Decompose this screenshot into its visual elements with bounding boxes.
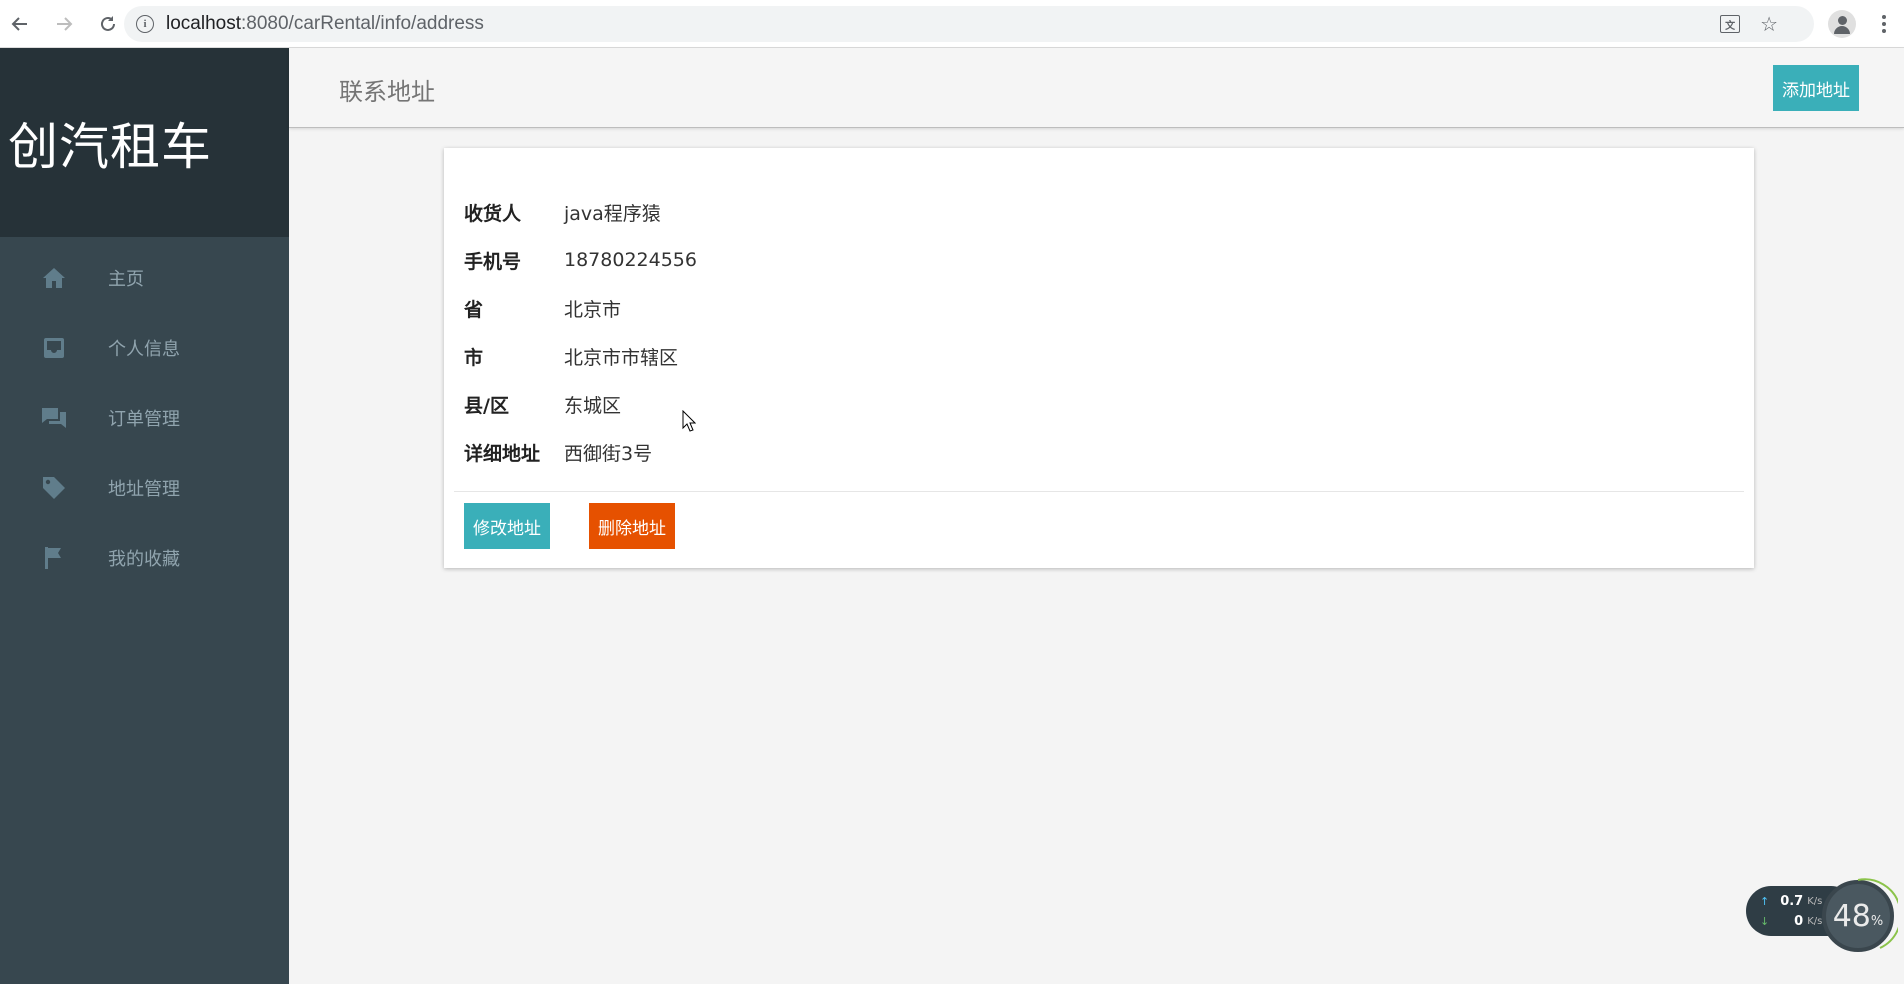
bookmark-star-icon[interactable]: ☆ bbox=[1760, 12, 1778, 36]
address-card: 收货人 java程序猿 手机号 18780224556 省 北京市 市 北京市市… bbox=[444, 148, 1754, 568]
field-value: 北京市市辖区 bbox=[564, 346, 679, 369]
url-text[interactable]: localhost:8080/carRental/info/address bbox=[166, 13, 484, 35]
sidebar-nav: 主页 个人信息 订单管理 地址管理 我的收藏 bbox=[0, 237, 289, 593]
sidebar: 创汽租车 主页 个人信息 订单管理 地址管理 我的收藏 bbox=[0, 48, 289, 984]
field-label: 收货人 bbox=[464, 202, 522, 225]
card-divider bbox=[454, 491, 1744, 492]
field-value: 18780224556 bbox=[564, 249, 697, 271]
tag-icon bbox=[41, 475, 67, 501]
network-speed-widget[interactable]: ↑ 0.7 K/s ↓ 0 K/s 48% bbox=[1746, 878, 1898, 952]
field-label: 省 bbox=[464, 298, 484, 321]
reload-icon bbox=[101, 15, 115, 31]
sidebar-item-label: 订单管理 bbox=[108, 409, 180, 430]
back-button[interactable] bbox=[0, 4, 40, 44]
url-path: :8080/carRental/info/address bbox=[241, 13, 484, 34]
address-row-recipient: 收货人 java程序猿 bbox=[464, 188, 697, 236]
field-label: 市 bbox=[464, 346, 484, 369]
sidebar-item-label: 我的收藏 bbox=[108, 549, 180, 570]
address-row-detail: 详细地址 西御街3号 bbox=[464, 428, 697, 476]
gauge-arc bbox=[1857, 878, 1898, 949]
address-row-phone: 手机号 18780224556 bbox=[464, 236, 697, 284]
reload-button[interactable] bbox=[88, 4, 128, 44]
add-address-button[interactable]: 添加地址 bbox=[1773, 65, 1859, 111]
flag-icon bbox=[41, 545, 67, 571]
home-icon bbox=[41, 265, 67, 291]
sidebar-item-home[interactable]: 主页 bbox=[0, 243, 289, 313]
brand-title: 创汽租车 bbox=[8, 117, 212, 176]
sidebar-item-label: 主页 bbox=[108, 269, 144, 290]
chat-icon bbox=[41, 405, 67, 431]
download-arrow-icon: ↓ bbox=[1760, 915, 1770, 928]
address-row-city: 市 北京市市辖区 bbox=[464, 332, 697, 380]
forward-button[interactable] bbox=[44, 4, 84, 44]
browser-menu-icon[interactable] bbox=[1872, 12, 1896, 36]
url-host: localhost bbox=[166, 13, 241, 34]
address-row-district: 县/区 东城区 bbox=[464, 380, 697, 428]
field-value: 西御街3号 bbox=[564, 442, 653, 465]
brand-header: 创汽租车 bbox=[0, 48, 289, 237]
sidebar-item-profile[interactable]: 个人信息 bbox=[0, 313, 289, 383]
field-label: 手机号 bbox=[464, 250, 522, 273]
upload-speed: ↑ 0.7 K/s bbox=[1760, 894, 1822, 909]
edit-address-button[interactable]: 修改地址 bbox=[464, 503, 550, 549]
page-title: 联系地址 bbox=[339, 78, 435, 106]
field-value: java程序猿 bbox=[564, 202, 661, 225]
download-speed: ↓ 0 K/s bbox=[1760, 914, 1822, 929]
field-label: 详细地址 bbox=[464, 442, 541, 465]
upload-arrow-icon: ↑ bbox=[1760, 895, 1770, 908]
address-row-province: 省 北京市 bbox=[464, 284, 697, 332]
sidebar-item-orders[interactable]: 订单管理 bbox=[0, 383, 289, 453]
address-details: 收货人 java程序猿 手机号 18780224556 省 北京市 市 北京市市… bbox=[464, 188, 697, 476]
delete-address-button[interactable]: 删除地址 bbox=[589, 503, 675, 549]
inbox-icon bbox=[41, 335, 67, 361]
address-bar[interactable]: i localhost:8080/carRental/info/address … bbox=[124, 6, 1814, 42]
field-label: 县/区 bbox=[464, 394, 509, 417]
sidebar-item-favorites[interactable]: 我的收藏 bbox=[0, 523, 289, 593]
profile-avatar-icon[interactable] bbox=[1828, 10, 1856, 38]
translate-icon[interactable]: 文 bbox=[1720, 15, 1741, 33]
site-info-icon[interactable]: i bbox=[136, 15, 154, 33]
field-value: 东城区 bbox=[564, 394, 622, 417]
sidebar-item-address[interactable]: 地址管理 bbox=[0, 453, 289, 523]
field-value: 北京市 bbox=[564, 298, 622, 321]
browser-toolbar: i localhost:8080/carRental/info/address … bbox=[0, 0, 1904, 48]
page-header: 联系地址 添加地址 bbox=[289, 48, 1904, 128]
arrow-left-icon bbox=[11, 16, 27, 31]
download-speed-value: 0 bbox=[1794, 914, 1804, 929]
mouse-cursor-icon bbox=[682, 410, 696, 432]
sidebar-item-label: 个人信息 bbox=[108, 339, 180, 360]
arrow-right-icon bbox=[57, 16, 73, 31]
upload-speed-value: 0.7 bbox=[1780, 894, 1804, 909]
sidebar-item-label: 地址管理 bbox=[108, 479, 180, 500]
